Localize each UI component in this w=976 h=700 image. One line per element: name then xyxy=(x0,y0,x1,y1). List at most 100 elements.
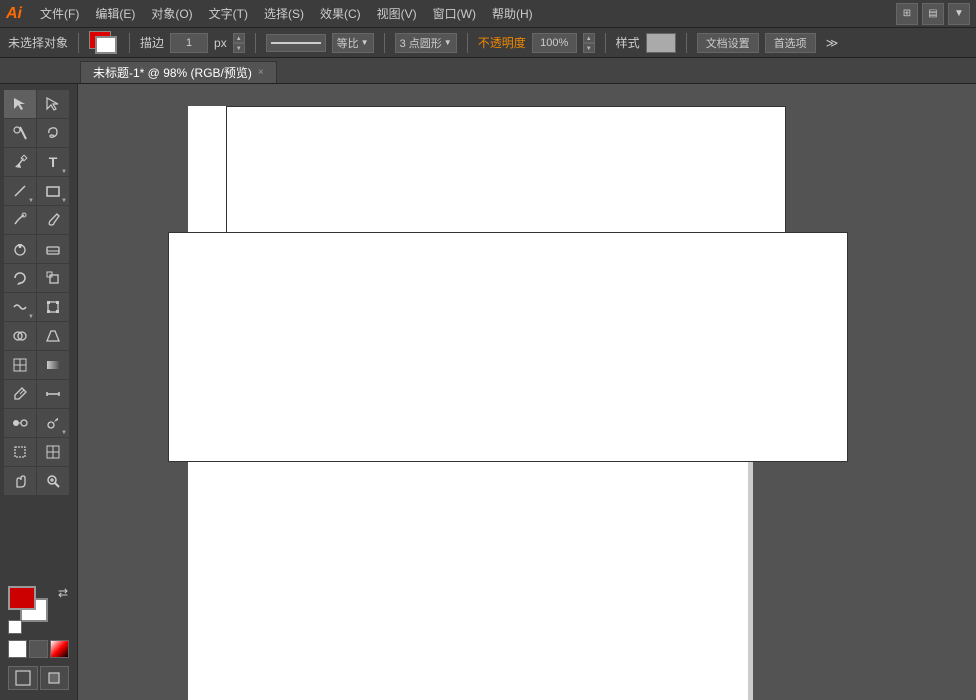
pencil-tool[interactable] xyxy=(4,206,36,234)
style-swatch[interactable] xyxy=(646,33,676,53)
blend-tool[interactable] xyxy=(4,409,36,437)
line-type-select[interactable]: 等比 ▼ xyxy=(332,33,374,53)
blob-brush-tool[interactable] xyxy=(4,235,36,263)
divider6 xyxy=(605,33,606,53)
menu-right-icons: ⊞ ▤ ▼ xyxy=(896,3,970,25)
menu-text[interactable]: 文字(T) xyxy=(201,2,256,25)
scale-tool[interactable] xyxy=(37,264,69,292)
gradient-swatch[interactable] xyxy=(29,640,48,658)
document-tab[interactable]: 未标题-1* @ 98% (RGB/预览) × xyxy=(80,61,277,83)
menu-object[interactable]: 对象(O) xyxy=(143,2,200,25)
tool-row-11 xyxy=(4,380,73,408)
reset-colors-icon[interactable] xyxy=(8,620,22,634)
swap-colors-icon[interactable]: ⇄ xyxy=(58,586,68,600)
color-swatch-area: ⇄ xyxy=(8,586,68,636)
draw-behind-icon[interactable] xyxy=(40,666,70,690)
view-mode-buttons xyxy=(8,666,69,690)
perspective-tool[interactable] xyxy=(37,322,69,350)
rotate-tool[interactable] xyxy=(4,264,36,292)
mesh-tool[interactable] xyxy=(4,351,36,379)
draw-normal-icon[interactable] xyxy=(8,666,38,690)
measure-tool[interactable] xyxy=(37,380,69,408)
style-label: 样式 xyxy=(616,34,640,51)
divider1 xyxy=(78,33,79,53)
selection-tool[interactable] xyxy=(4,90,36,118)
tool-row-4: ▼ ▼ xyxy=(4,177,73,205)
tool-colors: ⇄ xyxy=(4,582,73,694)
lasso-tool[interactable] xyxy=(37,119,69,147)
tool-row-8: ▼ xyxy=(4,293,73,321)
slice-tool[interactable] xyxy=(37,438,69,466)
symbol-sprayer-tool[interactable]: ▼ xyxy=(37,409,69,437)
menu-effect[interactable]: 效果(C) xyxy=(312,2,369,25)
pen-tool[interactable] xyxy=(4,148,36,176)
gradient-tool[interactable] xyxy=(37,351,69,379)
menu-file[interactable]: 文件(F) xyxy=(32,2,87,25)
doc-settings-button[interactable]: 文档设置 xyxy=(697,33,759,53)
line-tool[interactable]: ▼ xyxy=(4,177,36,205)
options-more-icon[interactable]: ≫ xyxy=(826,36,839,50)
no-selection-label: 未选择对象 xyxy=(8,34,68,51)
menu-help[interactable]: 帮助(H) xyxy=(484,2,541,25)
warp-tool[interactable]: ▼ xyxy=(4,293,36,321)
free-transform-tool[interactable] xyxy=(37,293,69,321)
type-tool[interactable]: T ▼ xyxy=(37,148,69,176)
tool-row-10 xyxy=(4,351,73,379)
opacity-label: 不透明度 xyxy=(478,34,526,51)
color-swatch-none[interactable] xyxy=(8,640,27,658)
more-icon[interactable]: ▼ xyxy=(948,3,970,25)
workspace-icon[interactable]: ⊞ xyxy=(896,3,918,25)
tool-row-5 xyxy=(4,206,73,234)
color-mode-swatches xyxy=(8,640,69,658)
stroke-stepper[interactable]: ▲ ▼ xyxy=(233,33,245,53)
opacity-input[interactable] xyxy=(532,33,577,53)
brush-tool[interactable] xyxy=(37,206,69,234)
hand-tool[interactable] xyxy=(4,467,36,495)
artboard-tool[interactable] xyxy=(4,438,36,466)
tool-row-9 xyxy=(4,322,73,350)
point-shape-select[interactable]: 3 点圆形 ▼ xyxy=(395,33,457,53)
stroke-unit: px xyxy=(214,36,227,50)
menu-view[interactable]: 视图(V) xyxy=(369,2,425,25)
divider3 xyxy=(255,33,256,53)
tool-row-14 xyxy=(4,467,73,495)
menu-select[interactable]: 选择(S) xyxy=(256,2,312,25)
main-area: T ▼ ▼ ▼ xyxy=(0,84,976,700)
eyedropper-tool[interactable] xyxy=(4,380,36,408)
menu-edit[interactable]: 编辑(E) xyxy=(87,2,143,25)
stroke-label: 描边 xyxy=(140,34,164,51)
tool-row-13 xyxy=(4,438,73,466)
arrange-icon[interactable]: ▤ xyxy=(922,3,944,25)
tool-row-12: ▼ xyxy=(4,409,73,437)
zoom-tool[interactable] xyxy=(37,467,69,495)
fill-color-swatch[interactable] xyxy=(8,586,36,610)
divider7 xyxy=(686,33,687,53)
tool-row-2 xyxy=(4,119,73,147)
stroke-swatch[interactable] xyxy=(95,36,117,54)
none-swatch[interactable] xyxy=(50,640,69,658)
tab-label: 未标题-1* @ 98% (RGB/预览) xyxy=(93,64,252,81)
app-logo: Ai xyxy=(6,5,22,23)
canvas-area[interactable] xyxy=(78,84,976,700)
eraser-tool[interactable] xyxy=(37,235,69,263)
divider5 xyxy=(467,33,468,53)
tab-close-icon[interactable]: × xyxy=(258,67,264,78)
line-type-preview[interactable] xyxy=(266,34,326,52)
rect-tool[interactable]: ▼ xyxy=(37,177,69,205)
fill-stroke-indicator[interactable] xyxy=(89,31,119,55)
menu-window[interactable]: 窗口(W) xyxy=(425,2,484,25)
tool-row-7 xyxy=(4,264,73,292)
stroke-input[interactable] xyxy=(170,33,208,53)
direct-selection-tool[interactable] xyxy=(37,90,69,118)
magic-wand-tool[interactable] xyxy=(4,119,36,147)
toolbox: T ▼ ▼ ▼ xyxy=(0,84,78,700)
optionsbar: 未选择对象 描边 px ▲ ▼ 等比 ▼ 3 点圆形 ▼ 不透明度 ▲ ▼ 样式… xyxy=(0,28,976,58)
prefs-button[interactable]: 首选项 xyxy=(765,33,816,53)
rectangle-2[interactable] xyxy=(168,232,848,462)
tabbar: 未标题-1* @ 98% (RGB/预览) × xyxy=(0,58,976,84)
opacity-stepper[interactable]: ▲ ▼ xyxy=(583,33,595,53)
shape-builder-tool[interactable] xyxy=(4,322,36,350)
divider2 xyxy=(129,33,130,53)
tool-row-3: T ▼ xyxy=(4,148,73,176)
divider4 xyxy=(384,33,385,53)
